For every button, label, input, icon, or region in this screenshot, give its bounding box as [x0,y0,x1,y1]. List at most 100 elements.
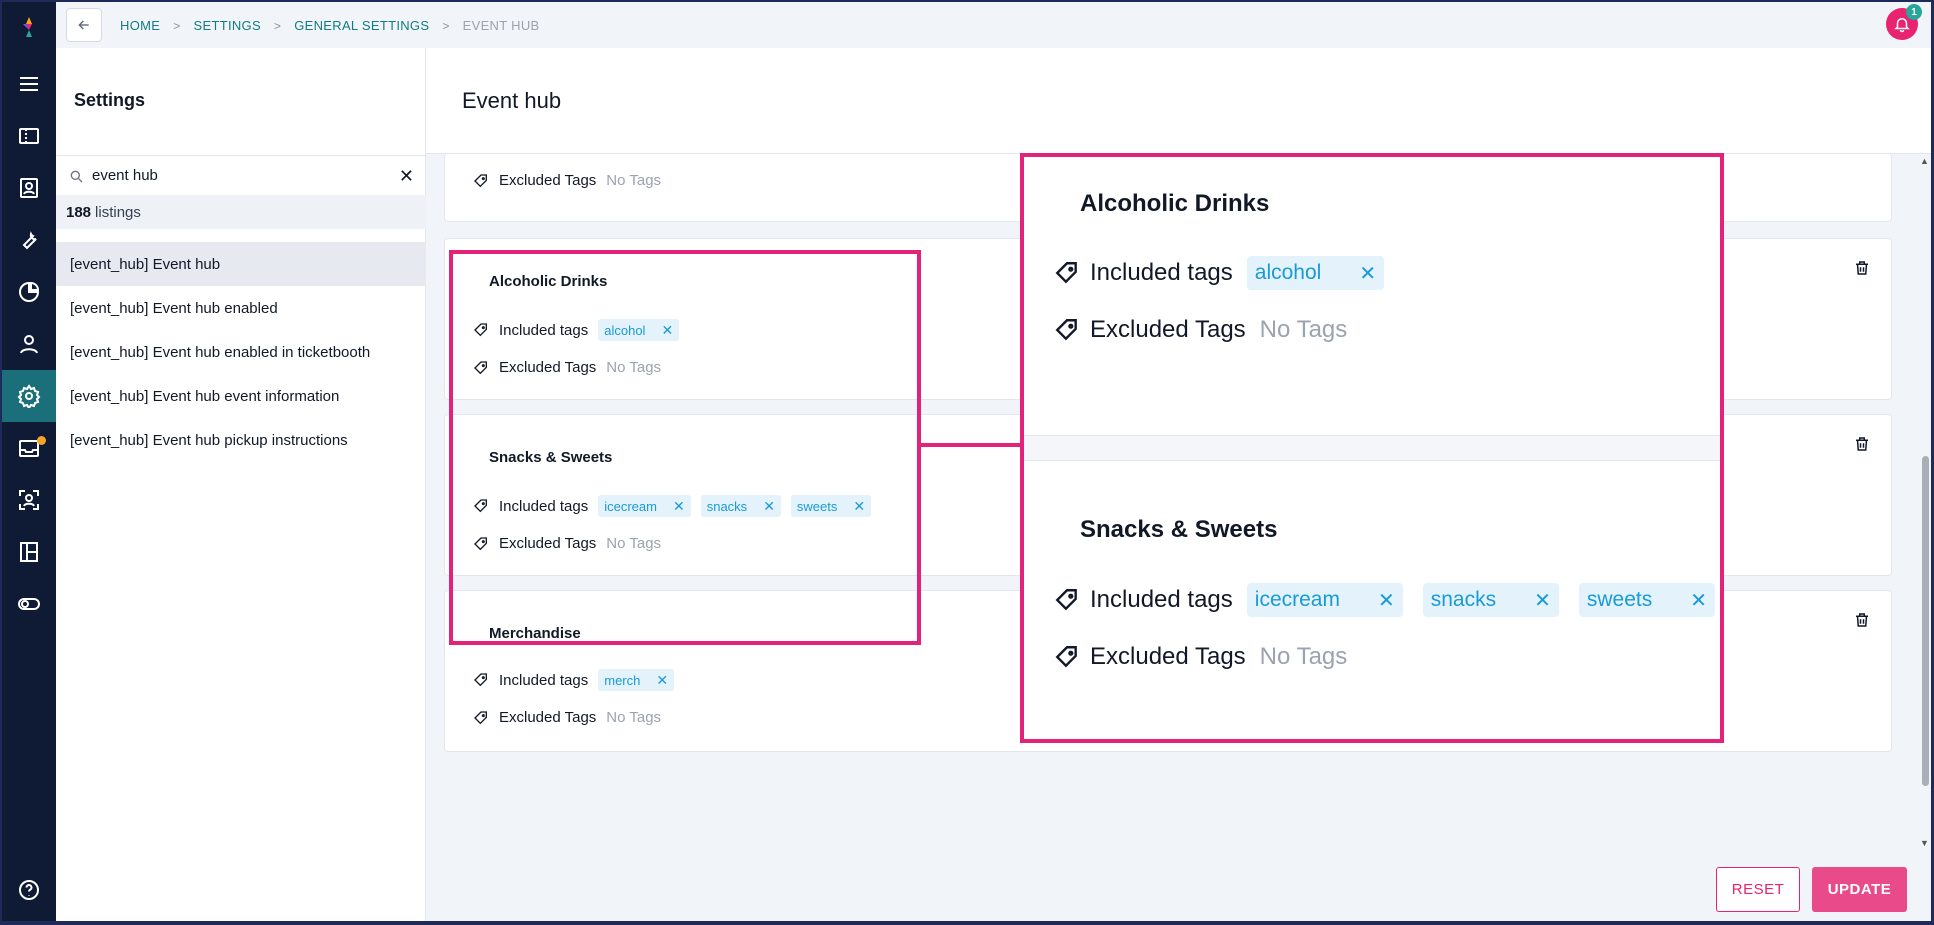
zoom-group-title: Snacks & Sweets [1080,516,1278,543]
excluded-tags-row: Excluded Tags No Tags [473,709,661,726]
nav-rail [2,2,56,921]
remove-tag-icon: ✕ [1377,589,1395,612]
remove-tag-icon: ✕ [1359,262,1377,285]
scrollbar[interactable]: ▲ ▼ [1920,156,1930,848]
zoom-tag-chip: snacks ✕ [1422,583,1559,617]
tag-icon [473,173,489,189]
back-button[interactable] [66,8,102,42]
included-tags-label: Included tags [499,671,589,689]
notifications-button[interactable]: 1 [1886,4,1922,40]
menu-icon[interactable] [2,58,56,110]
zoom-tag-chip-label: alcohol [1254,261,1322,284]
notification-count-badge: 1 [1906,4,1922,20]
chevron-right-icon: > [273,18,282,33]
settings-search: ✕ [56,155,426,195]
inbox-icon[interactable] [2,422,56,474]
remove-tag-icon: ✕ [1534,589,1551,612]
inbox-alert-dot [37,436,46,445]
remove-tag-icon[interactable]: ✕ [656,672,668,689]
list-item[interactable]: [event_hub] Event hub [56,242,426,286]
trash-icon[interactable] [1853,435,1871,453]
excluded-tags-label: Excluded Tags [499,172,597,189]
zoom-no-tags-text: No Tags [1259,316,1348,343]
breadcrumb-general-settings[interactable]: GENERAL SETTINGS [294,18,429,33]
no-tags-text: No Tags [606,709,662,726]
app-window: HOME > SETTINGS > GENERAL SETTINGS > EVE… [0,0,1934,925]
zoom-excluded-tags-row: Excluded Tags No Tags [1054,643,1347,671]
update-button[interactable]: UPDATE [1812,867,1907,912]
toggle-icon[interactable] [2,578,56,630]
page-header: Event hub [426,48,1931,154]
scroll-down-arrow-icon[interactable]: ▼ [1920,838,1929,848]
settings-gear-icon[interactable] [2,370,56,422]
ticket-icon[interactable] [2,110,56,162]
trash-icon[interactable] [1853,611,1871,629]
breadcrumb-settings[interactable]: SETTINGS [194,18,261,33]
chevron-right-icon: > [173,18,181,33]
scroll-up-arrow-icon[interactable]: ▲ [1920,156,1929,166]
tag-icon [1054,587,1080,613]
wrench-icon[interactable] [2,214,56,266]
list-item[interactable]: [event_hub] Event hub pickup instruction… [56,418,426,462]
zoom-no-tags-text: No Tags [1259,643,1348,670]
action-footer: RESET UPDATE [426,852,1931,921]
listing-count-suffix: listings [95,203,141,221]
zoom-divider [1024,435,1720,461]
excluded-tags-label: Excluded Tags [499,709,597,726]
chevron-right-icon: > [442,18,450,33]
zoom-tag-chip: icecream ✕ [1246,583,1403,617]
tag-icon [473,710,489,726]
included-tags-row: Included tags merch ✕ [473,669,684,691]
list-item[interactable]: [event_hub] Event hub enabled [56,286,426,330]
listing-count-number: 188 [66,203,92,221]
trash-icon[interactable] [1853,259,1871,277]
brand-logo-icon[interactable] [2,4,56,50]
zoom-included-tags-label: Included tags [1090,259,1233,286]
zoom-excluded-tags-row: Excluded Tags No Tags [1054,316,1347,344]
excluded-tags-row: Excluded Tags No Tags [473,172,661,189]
zoom-tag-chip-label: snacks [1430,588,1497,611]
breadcrumb: HOME > SETTINGS > GENERAL SETTINGS > EVE… [120,18,540,33]
listing-count: 188 listings [56,195,426,229]
breadcrumb-event-hub: EVENT HUB [462,18,540,33]
no-tags-text: No Tags [606,172,662,189]
zoom-tag-chip-label: icecream [1254,588,1340,611]
contact-card-icon[interactable] [2,162,56,214]
settings-title: Settings [74,90,146,110]
clear-search-icon[interactable]: ✕ [399,166,414,187]
face-scan-icon[interactable] [2,474,56,526]
layout-board-icon[interactable] [2,526,56,578]
search-input[interactable] [92,167,382,184]
page-title: Event hub [462,88,562,113]
zoom-tag-chip-label: sweets [1586,588,1653,611]
list-item[interactable]: [event_hub] Event hub enabled in ticketb… [56,330,426,374]
search-icon [70,170,83,182]
tag-icon [1054,260,1080,286]
zoom-excluded-tags-label: Excluded Tags [1090,316,1246,343]
user-icon[interactable] [2,318,56,370]
zoom-included-tags-row: Included tags icecream ✕ snacks ✕ sweets ✕ [1054,583,1715,617]
pie-chart-icon[interactable] [2,266,56,318]
zoom-callout: Alcoholic Drinks Included tags alcohol ✕ … [1020,153,1724,743]
top-bar: HOME > SETTINGS > GENERAL SETTINGS > EVE… [56,2,1931,48]
zoom-group-title: Alcoholic Drinks [1080,190,1270,217]
tag-chip[interactable]: merch ✕ [598,669,675,691]
scrollbar-thumb[interactable] [1922,456,1929,786]
tag-icon [1054,317,1080,343]
zoom-excluded-tags-label: Excluded Tags [1090,643,1246,670]
settings-list: [event_hub] Event hub [event_hub] Event … [56,242,426,462]
tag-icon [1054,644,1080,670]
zoom-tag-chip: sweets ✕ [1578,583,1715,617]
reset-button[interactable]: RESET [1716,867,1800,912]
breadcrumb-home[interactable]: HOME [120,18,160,33]
zoom-tag-chip: alcohol ✕ [1246,256,1385,290]
arrow-left-icon [78,20,89,30]
zoom-included-tags-row: Included tags alcohol ✕ [1054,256,1404,290]
remove-tag-icon: ✕ [1690,589,1707,612]
list-item[interactable]: [event_hub] Event hub event information [56,374,426,418]
settings-panel: Settings ✕ 188 listings [event_hub] Even… [56,48,426,921]
highlight-connector [921,443,1022,447]
tag-icon [473,672,489,688]
help-icon[interactable] [2,864,56,916]
tag-chip-label: merch [604,672,641,688]
